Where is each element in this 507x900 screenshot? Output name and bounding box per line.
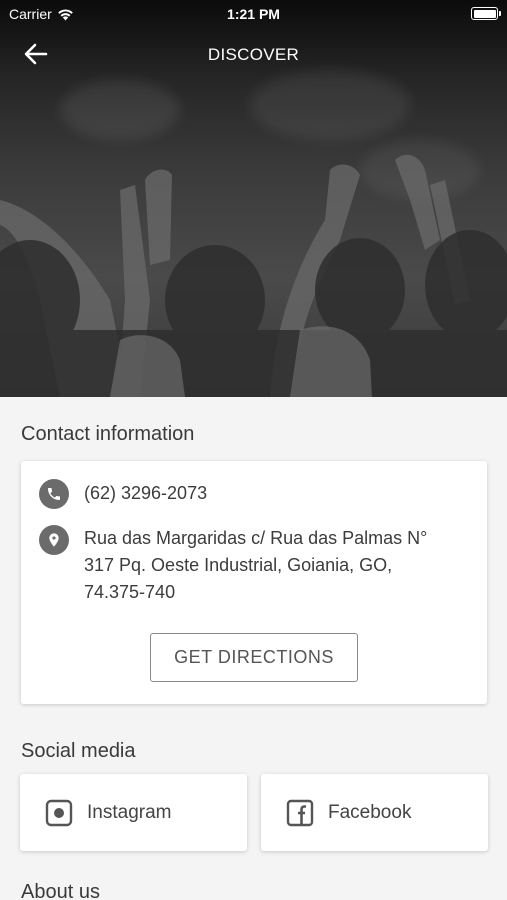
social-heading: Social media (21, 740, 136, 762)
facebook-icon (286, 799, 314, 826)
location-pin-icon (39, 525, 69, 555)
phone-row[interactable]: (62) 3296-2073 (39, 479, 207, 509)
address-line-2: 317 Pq. Oeste Industrial, Goiania, GO, (84, 555, 393, 575)
address-row[interactable]: Rua das Margaridas c/ Rua das Palmas N° … (39, 525, 427, 606)
status-time: 1:21 PM (227, 6, 280, 22)
instagram-button[interactable]: Instagram (20, 774, 247, 851)
page-title: DISCOVER (207, 45, 300, 64)
about-heading: About us (21, 881, 100, 900)
instagram-icon (45, 799, 73, 826)
get-directions-button[interactable]: GET DIRECTIONS (150, 633, 358, 682)
battery-icon (471, 7, 501, 20)
phone-icon (39, 479, 69, 509)
nav-bar: DISCOVER (0, 36, 507, 72)
contact-card: (62) 3296-2073 Rua das Margaridas c/ Rua… (21, 461, 487, 704)
address-line-1: Rua das Margaridas c/ Rua das Palmas N° (84, 528, 428, 548)
status-bar: Carrier 1:21 PM (0, 0, 507, 28)
phone-number: (62) 3296-2073 (84, 483, 208, 503)
hero-image: Carrier 1:21 PM DISCOVER (0, 0, 507, 397)
instagram-label: Instagram (87, 801, 172, 823)
contact-heading: Contact information (21, 423, 195, 445)
address-line-3: 74.375-740 (84, 582, 176, 602)
address-text: Rua das Margaridas c/ Rua das Palmas N° … (84, 525, 427, 606)
facebook-label: Facebook (328, 801, 412, 823)
facebook-button[interactable]: Facebook (261, 774, 488, 851)
